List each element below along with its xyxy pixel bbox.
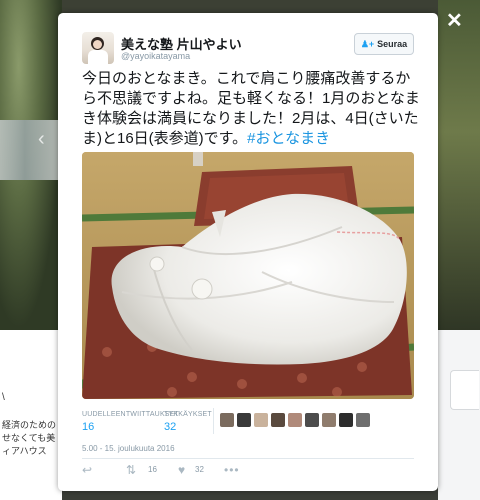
liker-avatar[interactable] xyxy=(288,413,302,427)
like-action-count: 32 xyxy=(195,465,204,474)
liker-avatar[interactable] xyxy=(220,413,234,427)
follow-button-label: Seuraa xyxy=(377,39,408,49)
hashtag-link[interactable]: #おとなまき xyxy=(247,130,330,147)
background-card: \ 経済のための せなくても美 ィアハウス xyxy=(0,330,62,500)
tweet-timestamp[interactable]: 5.00 - 15. joulukuuta 2016 xyxy=(82,444,175,453)
add-user-icon: ♟+ xyxy=(360,39,375,49)
liker-avatar[interactable] xyxy=(237,413,251,427)
heart-icon[interactable]: ♥ xyxy=(178,463,185,477)
background-side-panel xyxy=(438,330,480,500)
liker-avatar[interactable] xyxy=(339,413,353,427)
retweet-action-count: 16 xyxy=(148,465,157,474)
avatar[interactable] xyxy=(82,32,114,64)
liker-avatar[interactable] xyxy=(356,413,370,427)
tweet-text: 今日のおとなまき。これで肩こり腰痛改善するから不思議ですよね。足も軽くなる！1月… xyxy=(82,69,422,149)
background-photo-left xyxy=(0,0,62,330)
previous-arrow-icon[interactable]: ‹ xyxy=(38,128,45,151)
liker-avatar[interactable] xyxy=(305,413,319,427)
author-handle[interactable]: @yayoikatayama xyxy=(121,51,190,61)
more-icon[interactable]: ••• xyxy=(224,463,240,477)
likes-stat[interactable]: TYKKÄYKSET 32 xyxy=(164,411,212,433)
retweet-icon[interactable]: ⇅ xyxy=(126,463,136,477)
follow-button[interactable]: ♟+ Seuraa xyxy=(354,33,414,55)
wrapped-person-photo xyxy=(82,152,414,399)
background-card-line: せなくても美 xyxy=(2,433,56,443)
liker-avatar[interactable] xyxy=(254,413,268,427)
close-icon[interactable]: ✕ xyxy=(446,8,463,33)
tweet-card: 美えな塾 片山やよい @yayoikatayama ♟+ Seuraa 今日のおと… xyxy=(58,13,438,491)
reply-icon[interactable]: ↩ xyxy=(82,463,92,477)
tweet-photo[interactable] xyxy=(82,152,414,399)
likes-label: TYKKÄYKSET xyxy=(164,411,212,418)
liker-avatar[interactable] xyxy=(271,413,285,427)
background-photo-right xyxy=(438,0,480,330)
liker-avatar[interactable] xyxy=(322,413,336,427)
background-card-line: ィアハウス xyxy=(2,446,47,456)
background-card-line: 経済のための xyxy=(2,420,57,430)
likes-count: 32 xyxy=(164,421,177,433)
